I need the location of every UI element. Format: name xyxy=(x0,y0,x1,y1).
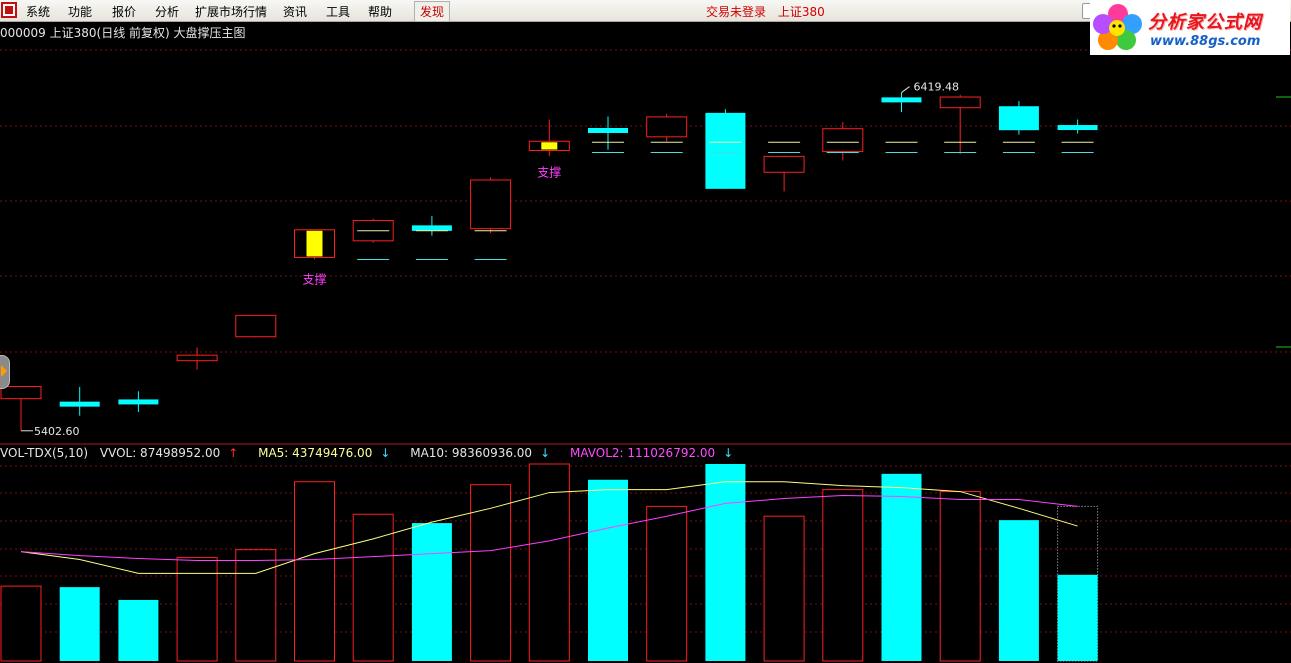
candle-body xyxy=(705,112,746,189)
support-label: 支撑 xyxy=(302,271,326,286)
candle-body xyxy=(235,314,277,338)
brand-name: 分析家公式网 xyxy=(1148,12,1262,33)
flower-logo-icon xyxy=(1093,4,1142,50)
candle-body xyxy=(763,155,805,173)
candle[interactable] xyxy=(176,347,218,370)
candle-body xyxy=(118,399,159,405)
candle[interactable] xyxy=(763,155,805,192)
chart-area[interactable]: 支撑支撑6419.485402.60 xyxy=(0,0,1291,663)
ma10-value: MA10: 98360936.00 ↓ xyxy=(410,446,551,460)
candle-body xyxy=(411,225,452,231)
candle[interactable] xyxy=(881,92,922,113)
high-pointer xyxy=(901,86,910,93)
candle[interactable] xyxy=(470,177,512,234)
candle-body xyxy=(881,97,922,103)
candle[interactable] xyxy=(939,94,981,155)
candle[interactable] xyxy=(59,386,100,416)
high-label: 6419.48 xyxy=(914,81,960,94)
candle[interactable] xyxy=(646,113,688,142)
volume-bar[interactable] xyxy=(763,515,805,662)
brand-url: www.88gs.com xyxy=(1150,34,1261,49)
volume-bar[interactable] xyxy=(118,599,159,661)
brand-banner: 分析家公式网 www.88gs.com xyxy=(1090,0,1290,55)
volume-bar[interactable] xyxy=(0,585,42,662)
left-scroll-handle[interactable] xyxy=(0,355,10,389)
arrow-down-icon: ↓ xyxy=(540,446,551,460)
vol-indicator-name: VOL-TDX(5,10) xyxy=(0,446,89,460)
ma5-value: MA5: 43749476.00 ↓ xyxy=(258,446,391,460)
candle[interactable] xyxy=(294,229,335,260)
mavol2-value: MAVOL2: 111026792.00 ↓ xyxy=(569,446,734,460)
candle-body xyxy=(470,179,512,230)
candlestick-chart[interactable]: 支撑支撑6419.485402.60 xyxy=(0,81,1098,438)
candle-body xyxy=(939,96,981,109)
candle[interactable] xyxy=(998,101,1039,135)
candle[interactable] xyxy=(235,314,277,338)
volume-bar[interactable] xyxy=(59,587,100,661)
candle[interactable] xyxy=(588,116,628,150)
volume-legend: VOL-TDX(5,10) VVOL: 87498952.00 ↑ MA5: 43… xyxy=(0,446,749,460)
volume-chart[interactable] xyxy=(0,463,1099,662)
arrow-right-icon xyxy=(1,365,7,377)
volume-bar[interactable] xyxy=(705,464,746,661)
vol-value: VVOL: 87498952.00 ↑ xyxy=(99,446,239,460)
volume-bar[interactable] xyxy=(1057,574,1098,661)
volume-bar[interactable] xyxy=(588,479,628,661)
volume-bar[interactable] xyxy=(352,513,394,662)
candle[interactable] xyxy=(705,109,746,189)
candle-body xyxy=(0,386,42,400)
volume-bar[interactable] xyxy=(822,489,864,662)
candle-body xyxy=(822,128,864,153)
support-fill xyxy=(541,142,558,150)
support-label: 支撑 xyxy=(537,164,561,179)
volume-bar[interactable] xyxy=(998,520,1039,661)
candle[interactable] xyxy=(118,391,159,412)
low-label: 5402.60 xyxy=(34,425,80,438)
volume-bar[interactable] xyxy=(881,473,922,661)
candle-body xyxy=(998,106,1039,131)
arrow-down-icon: ↓ xyxy=(723,446,734,460)
candle[interactable] xyxy=(528,119,570,157)
candle-body xyxy=(59,401,100,407)
candle[interactable] xyxy=(822,122,864,161)
arrow-up-icon: ↑ xyxy=(228,446,239,460)
volume-bar[interactable] xyxy=(939,491,981,662)
support-fill xyxy=(306,230,323,257)
volume-bar[interactable] xyxy=(528,463,570,662)
volume-bar[interactable] xyxy=(646,505,688,662)
volume-bar[interactable] xyxy=(235,549,277,662)
candle[interactable] xyxy=(1057,119,1098,134)
candle-body xyxy=(588,127,628,133)
candle-body xyxy=(1057,125,1098,131)
arrow-down-icon: ↓ xyxy=(380,446,391,460)
candle-body xyxy=(176,354,218,362)
volume-bar[interactable] xyxy=(411,523,452,661)
candle[interactable] xyxy=(411,216,452,236)
candle-body xyxy=(646,116,688,138)
volume-bar[interactable] xyxy=(294,481,335,662)
